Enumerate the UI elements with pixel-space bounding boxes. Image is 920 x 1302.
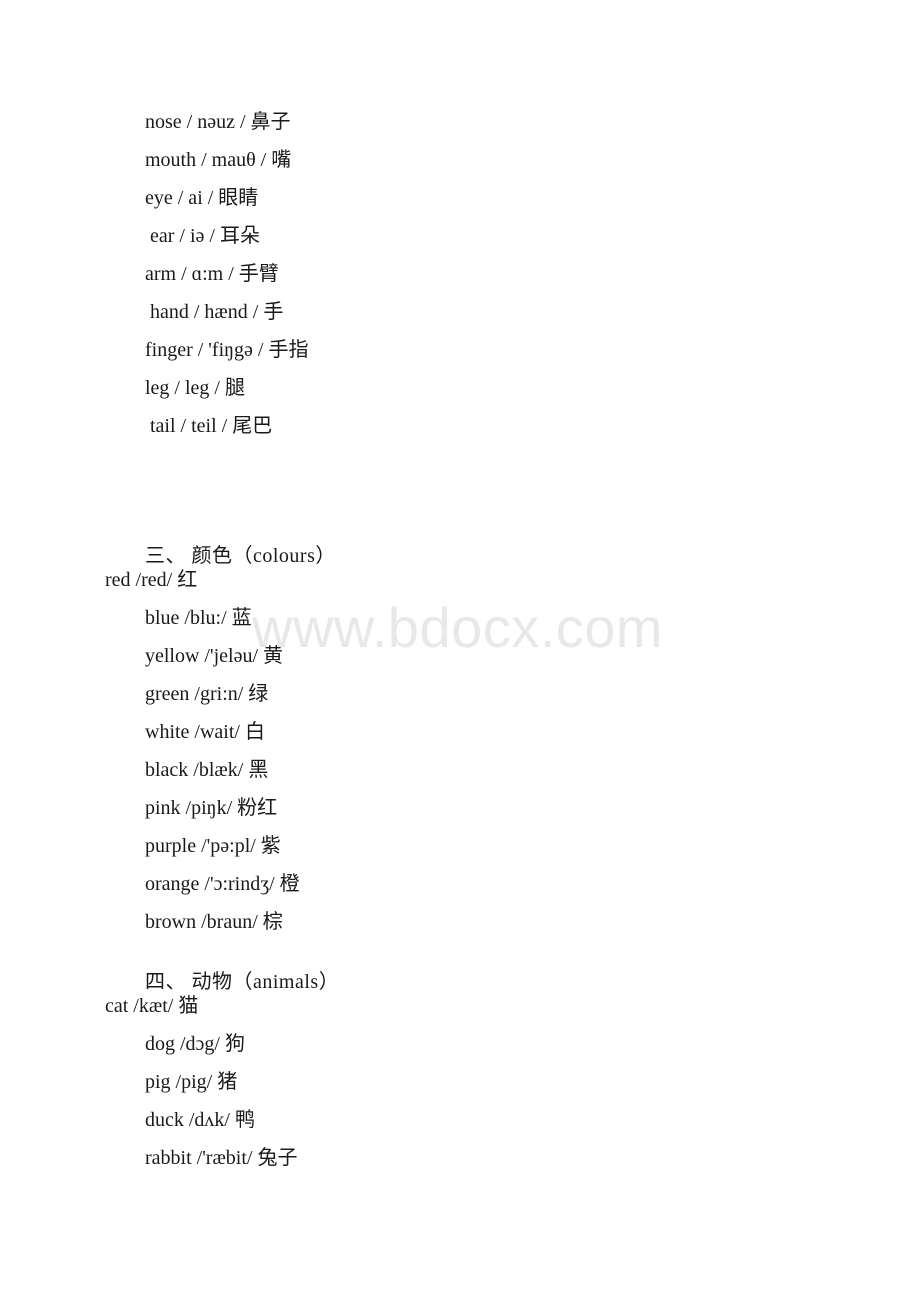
vocab-entry: rabbit /'ræbit/ 兔子 [145, 1147, 298, 1169]
section-heading-colours: 三、 颜色（colours） [145, 545, 336, 567]
vocab-entry: hand / hænd / 手 [145, 301, 284, 323]
vocab-entry: leg / leg / 腿 [145, 377, 245, 399]
vocab-entry: pig /pig/ 猪 [145, 1071, 238, 1093]
vocab-entry: brown /braun/ 棕 [145, 911, 283, 933]
vocab-entry: black /blæk/ 黑 [145, 759, 269, 781]
vocab-entry: white /wait/ 白 [145, 721, 265, 743]
vocab-entry: arm / ɑ:m / 手臂 [145, 263, 279, 285]
vocab-entry: cat /kæt/ 猫 [105, 995, 199, 1017]
vocab-entry: green /gri:n/ 绿 [145, 683, 269, 705]
vocab-entry: pink /piŋk/ 粉红 [145, 797, 278, 819]
vocab-entry: tail / teil / 尾巴 [145, 415, 273, 437]
section-heading-animals: 四、 动物（animals） [145, 971, 340, 993]
vocab-entry: dog /dɔg/ 狗 [145, 1033, 245, 1055]
vocab-entry: orange /'ɔ:rindʒ/ 橙 [145, 873, 300, 895]
vocab-entry: nose / nəuz / 鼻子 [145, 111, 291, 133]
vocab-entry: blue /blu:/ 蓝 [145, 607, 252, 629]
vocab-entry: mouth / mauθ / 嘴 [145, 149, 292, 171]
vocab-entry: red /red/ 红 [105, 569, 198, 591]
vocab-entry: finger / 'fiŋgə / 手指 [145, 339, 309, 361]
document-page: nose / nəuz / 鼻子 mouth / mauθ / 嘴 eye / ai… [0, 0, 920, 1302]
vocab-entry: ear / iə / 耳朵 [145, 225, 260, 247]
vocab-entry: yellow /'jeləu/ 黄 [145, 645, 284, 667]
vocab-entry: eye / ai / 眼睛 [145, 187, 259, 209]
vocab-entry: purple /'pə:pl/ 紫 [145, 835, 281, 857]
vocab-entry: duck /dʌk/ 鸭 [145, 1109, 255, 1131]
